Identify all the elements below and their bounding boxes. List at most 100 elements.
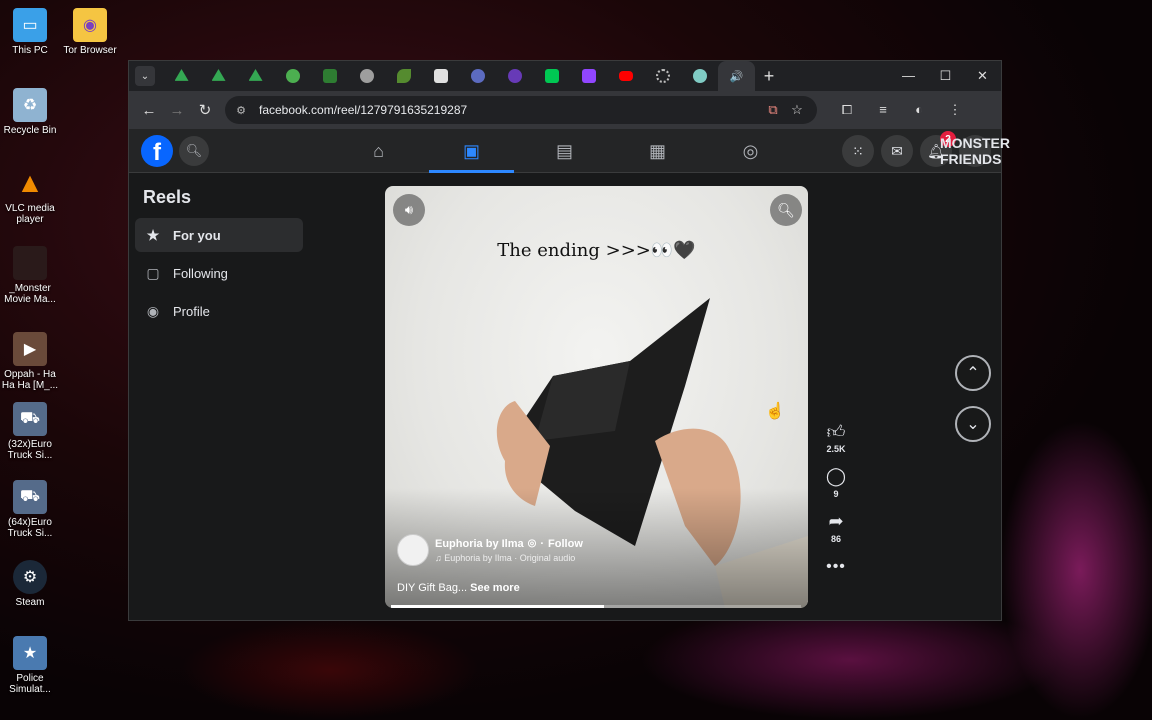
reel-video[interactable]: 🔊︎ 🔍︎ The ending >>>👀🖤 Euphoria by Ilma … xyxy=(385,186,808,608)
close-icon[interactable]: ✕ xyxy=(964,68,1001,84)
desktop-icon-this-pc[interactable]: ▭ This PC xyxy=(0,8,60,56)
sidebar-item-following[interactable]: ▢ Following xyxy=(135,256,303,290)
follow-button[interactable]: Follow xyxy=(548,538,583,550)
desktop-icon-oppah-video[interactable]: ▶ Oppah - Ha Ha Ha [M_... xyxy=(0,332,60,391)
globe-icon xyxy=(359,69,374,83)
following-icon: ▢ xyxy=(146,264,160,281)
monitor-icon: ▭ xyxy=(13,8,47,42)
comment-icon: ◯ xyxy=(825,466,847,486)
marketplace-icon[interactable]: ▦ xyxy=(611,129,704,173)
profile-icon: ◉ xyxy=(146,302,160,319)
sidebar-title: Reels xyxy=(143,187,192,207)
tab-search-globe[interactable] xyxy=(681,61,718,91)
truck-icon: ⛟ xyxy=(13,480,47,514)
menu-grid-icon[interactable]: ⁙ xyxy=(842,135,874,167)
groups-icon[interactable]: ◎ xyxy=(704,129,797,173)
messenger-icon[interactable]: ✉ xyxy=(881,135,913,167)
twitch-icon xyxy=(581,69,596,83)
account-avatar[interactable]: MONSTER FRIENDS xyxy=(940,135,1010,167)
drive-icon xyxy=(211,69,226,81)
desktop-icon-euro-truck-32[interactable]: ⛟ (32x)Euro Truck Si... xyxy=(0,402,60,461)
media-control-icon[interactable]: ≡ xyxy=(865,102,901,118)
maximize-icon[interactable]: ☐ xyxy=(927,68,964,84)
reel-actions: 👍︎ 2.5K ◯ 9 ➦ 86 ••• xyxy=(821,421,851,576)
tab-youtube[interactable] xyxy=(607,61,644,91)
browser-menu-icon[interactable]: ⋮ xyxy=(937,102,973,118)
recycle-bin-icon: ♻ xyxy=(13,88,47,122)
monster-icon xyxy=(13,246,47,280)
new-tab-button[interactable]: + xyxy=(755,66,783,87)
desktop-icon-euro-truck-64[interactable]: ⛟ (64x)Euro Truck Si... xyxy=(0,480,60,539)
tab-st[interactable] xyxy=(311,61,348,91)
tab-drive-2[interactable] xyxy=(200,61,237,91)
share-action[interactable]: ➦ 86 xyxy=(828,511,843,544)
tab-app-2[interactable] xyxy=(496,61,533,91)
tab-leaf[interactable] xyxy=(385,61,422,91)
home-icon[interactable]: ⌂ xyxy=(332,129,425,173)
extensions-icon[interactable]: ⧠ xyxy=(829,102,865,118)
tab-facebook-active[interactable]: 🔊 xyxy=(718,61,755,91)
tab-image[interactable] xyxy=(422,61,459,91)
more-options-icon[interactable]: ••• xyxy=(826,558,846,576)
tab-bar: ⌄ 🔊 + — ☐ ✕ xyxy=(129,61,1001,91)
desktop-icon-steam[interactable]: ⚙ Steam xyxy=(0,560,60,608)
reel-search-icon[interactable]: 🔍︎ xyxy=(770,194,802,226)
sidebar-item-label: Following xyxy=(173,265,228,281)
tab-twitch[interactable] xyxy=(570,61,607,91)
video-icon: ▶ xyxy=(13,332,47,366)
groups-feed-icon[interactable]: ▤ xyxy=(518,129,611,173)
tab-gear[interactable] xyxy=(644,61,681,91)
sidebar-item-label: Profile xyxy=(173,303,210,319)
see-more-link[interactable]: See more xyxy=(470,582,520,594)
facebook-main-nav: ⌂ ▣ ▤ ▦ ◎ xyxy=(332,129,797,173)
window-controls: — ☐ ✕ xyxy=(890,68,1001,84)
comment-action[interactable]: ◯ 9 xyxy=(826,466,846,499)
audio-info[interactable]: ♫ Euphoria by Ilma · Original audio xyxy=(435,553,583,563)
reel-navigation: ⌃ ⌄ xyxy=(955,355,991,457)
like-icon: 👍︎ xyxy=(826,422,846,442)
tab-drive-3[interactable] xyxy=(237,61,274,91)
bookmark-star-icon[interactable]: ☆ xyxy=(785,102,809,118)
reel-progress-bar[interactable] xyxy=(391,605,801,608)
cast-blocked-icon[interactable]: ⧉ xyxy=(761,102,785,118)
verified-icon: ◎ xyxy=(527,538,537,549)
st-icon xyxy=(322,69,337,83)
reload-icon[interactable]: ↻ xyxy=(191,96,219,124)
tab-globe[interactable] xyxy=(348,61,385,91)
police-icon: ★ xyxy=(13,636,47,670)
like-action[interactable]: 👍︎ 2.5K xyxy=(826,421,845,454)
facebook-logo[interactable]: f xyxy=(141,134,173,167)
sidebar-item-for-you[interactable]: ★ For you xyxy=(135,218,303,252)
desktop-icon-monster-movie-maker[interactable]: _Monster Movie Ma... xyxy=(0,246,60,305)
tab-drive-1[interactable] xyxy=(163,61,200,91)
desktop-icon-police-simulator[interactable]: ★ Police Simulat... xyxy=(0,636,60,695)
back-arrow-icon[interactable]: ← xyxy=(135,96,163,124)
forward-arrow-icon[interactable]: → xyxy=(163,96,191,124)
address-bar[interactable]: ⚙ facebook.com/reel/1279791635219287 ⧉ ☆ xyxy=(225,96,817,124)
toolbar-extensions: ⧠ ≡ ◐ ⋮ xyxy=(829,102,973,118)
sidebar-item-profile[interactable]: ◉ Profile xyxy=(135,294,303,328)
tab-search-dropdown-button[interactable]: ⌄ xyxy=(135,66,155,86)
tab-green[interactable] xyxy=(274,61,311,91)
tab-k[interactable] xyxy=(533,61,570,91)
gear-icon xyxy=(655,69,670,83)
previous-reel-chevron-up-icon[interactable]: ⌃ xyxy=(955,355,991,391)
reels-icon[interactable]: ▣ xyxy=(425,129,518,173)
url-text[interactable]: facebook.com/reel/1279791635219287 xyxy=(259,103,761,117)
author-avatar[interactable] xyxy=(397,534,429,566)
tab-app-1[interactable] xyxy=(459,61,496,91)
minimize-icon[interactable]: — xyxy=(890,68,927,84)
sidebar-item-label: For you xyxy=(173,227,221,243)
app-icon xyxy=(507,69,522,83)
profile-avatar-icon[interactable]: ◐ xyxy=(901,102,937,118)
next-reel-chevron-down-icon[interactable]: ⌄ xyxy=(955,406,991,442)
image-icon xyxy=(433,69,448,83)
desktop-icon-tor-browser[interactable]: ◉ Tor Browser xyxy=(60,8,120,56)
browser-window: ⌄ 🔊 + — ☐ ✕ ← → ↻ ⚙ facebook.com/reel/12… xyxy=(128,60,1010,621)
author-name[interactable]: Euphoria by Ilma xyxy=(435,538,524,550)
volume-icon[interactable]: 🔊︎ xyxy=(393,194,425,226)
desktop-icon-vlc[interactable]: ▲ VLC media player xyxy=(0,166,60,225)
site-settings-icon[interactable]: ⚙ xyxy=(233,102,249,118)
desktop-icon-recycle-bin[interactable]: ♻ Recycle Bin xyxy=(0,88,60,136)
search-icon[interactable]: 🔍︎ xyxy=(179,135,209,166)
